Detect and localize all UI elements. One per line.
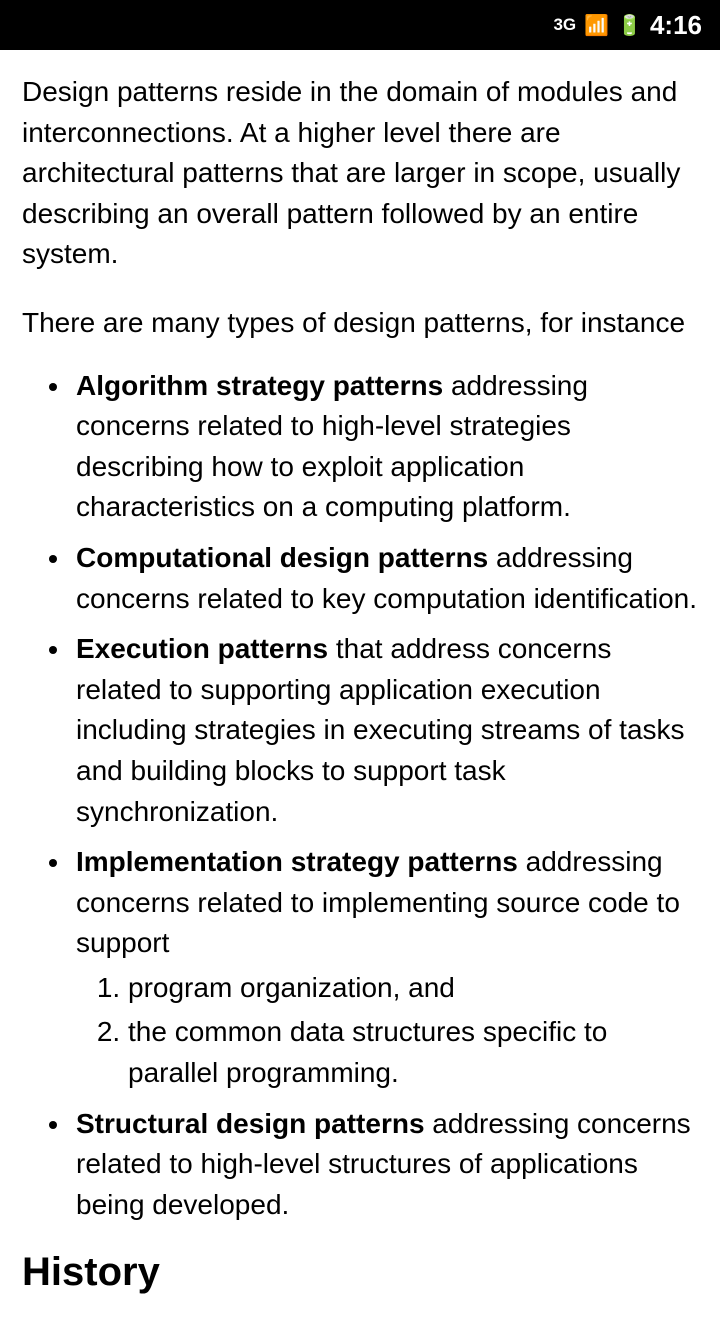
list-item-bold-execution: Execution patterns [76,633,328,664]
list-item-bold-algorithm: Algorithm strategy patterns [76,370,443,401]
list-item-bold-implementation: Implementation strategy patterns [76,846,518,877]
status-icons: 3G 📶 🔋 4:16 [553,10,702,41]
sub-list-item-2: the common data structures specific to p… [128,1012,698,1093]
network-icon: 3G [553,15,576,35]
signal-icon: 📶 [584,13,609,38]
status-bar: 3G 📶 🔋 4:16 [0,0,720,50]
history-heading: History [22,1243,698,1301]
list-item-execution: Execution patterns that address concerns… [72,629,698,832]
intro-paragraph: Design patterns reside in the domain of … [22,72,698,275]
sub-list-implementation: program organization, and the common dat… [76,968,698,1094]
list-item-algorithm: Algorithm strategy patterns addressing c… [72,366,698,528]
second-paragraph: There are many types of design patterns,… [22,303,698,344]
main-content: Design patterns reside in the domain of … [0,50,720,1331]
list-item-implementation: Implementation strategy patterns address… [72,842,698,1094]
list-item-bold-structural: Structural design patterns [76,1108,425,1139]
list-item-structural: Structural design patterns addressing co… [72,1104,698,1226]
list-item-bold-computational: Computational design patterns [76,542,488,573]
status-time: 4:16 [650,10,702,41]
patterns-list: Algorithm strategy patterns addressing c… [22,366,698,1226]
list-item-computational: Computational design patterns addressing… [72,538,698,619]
battery-icon: 🔋 [617,13,642,38]
sub-list-item-1: program organization, and [128,968,698,1009]
